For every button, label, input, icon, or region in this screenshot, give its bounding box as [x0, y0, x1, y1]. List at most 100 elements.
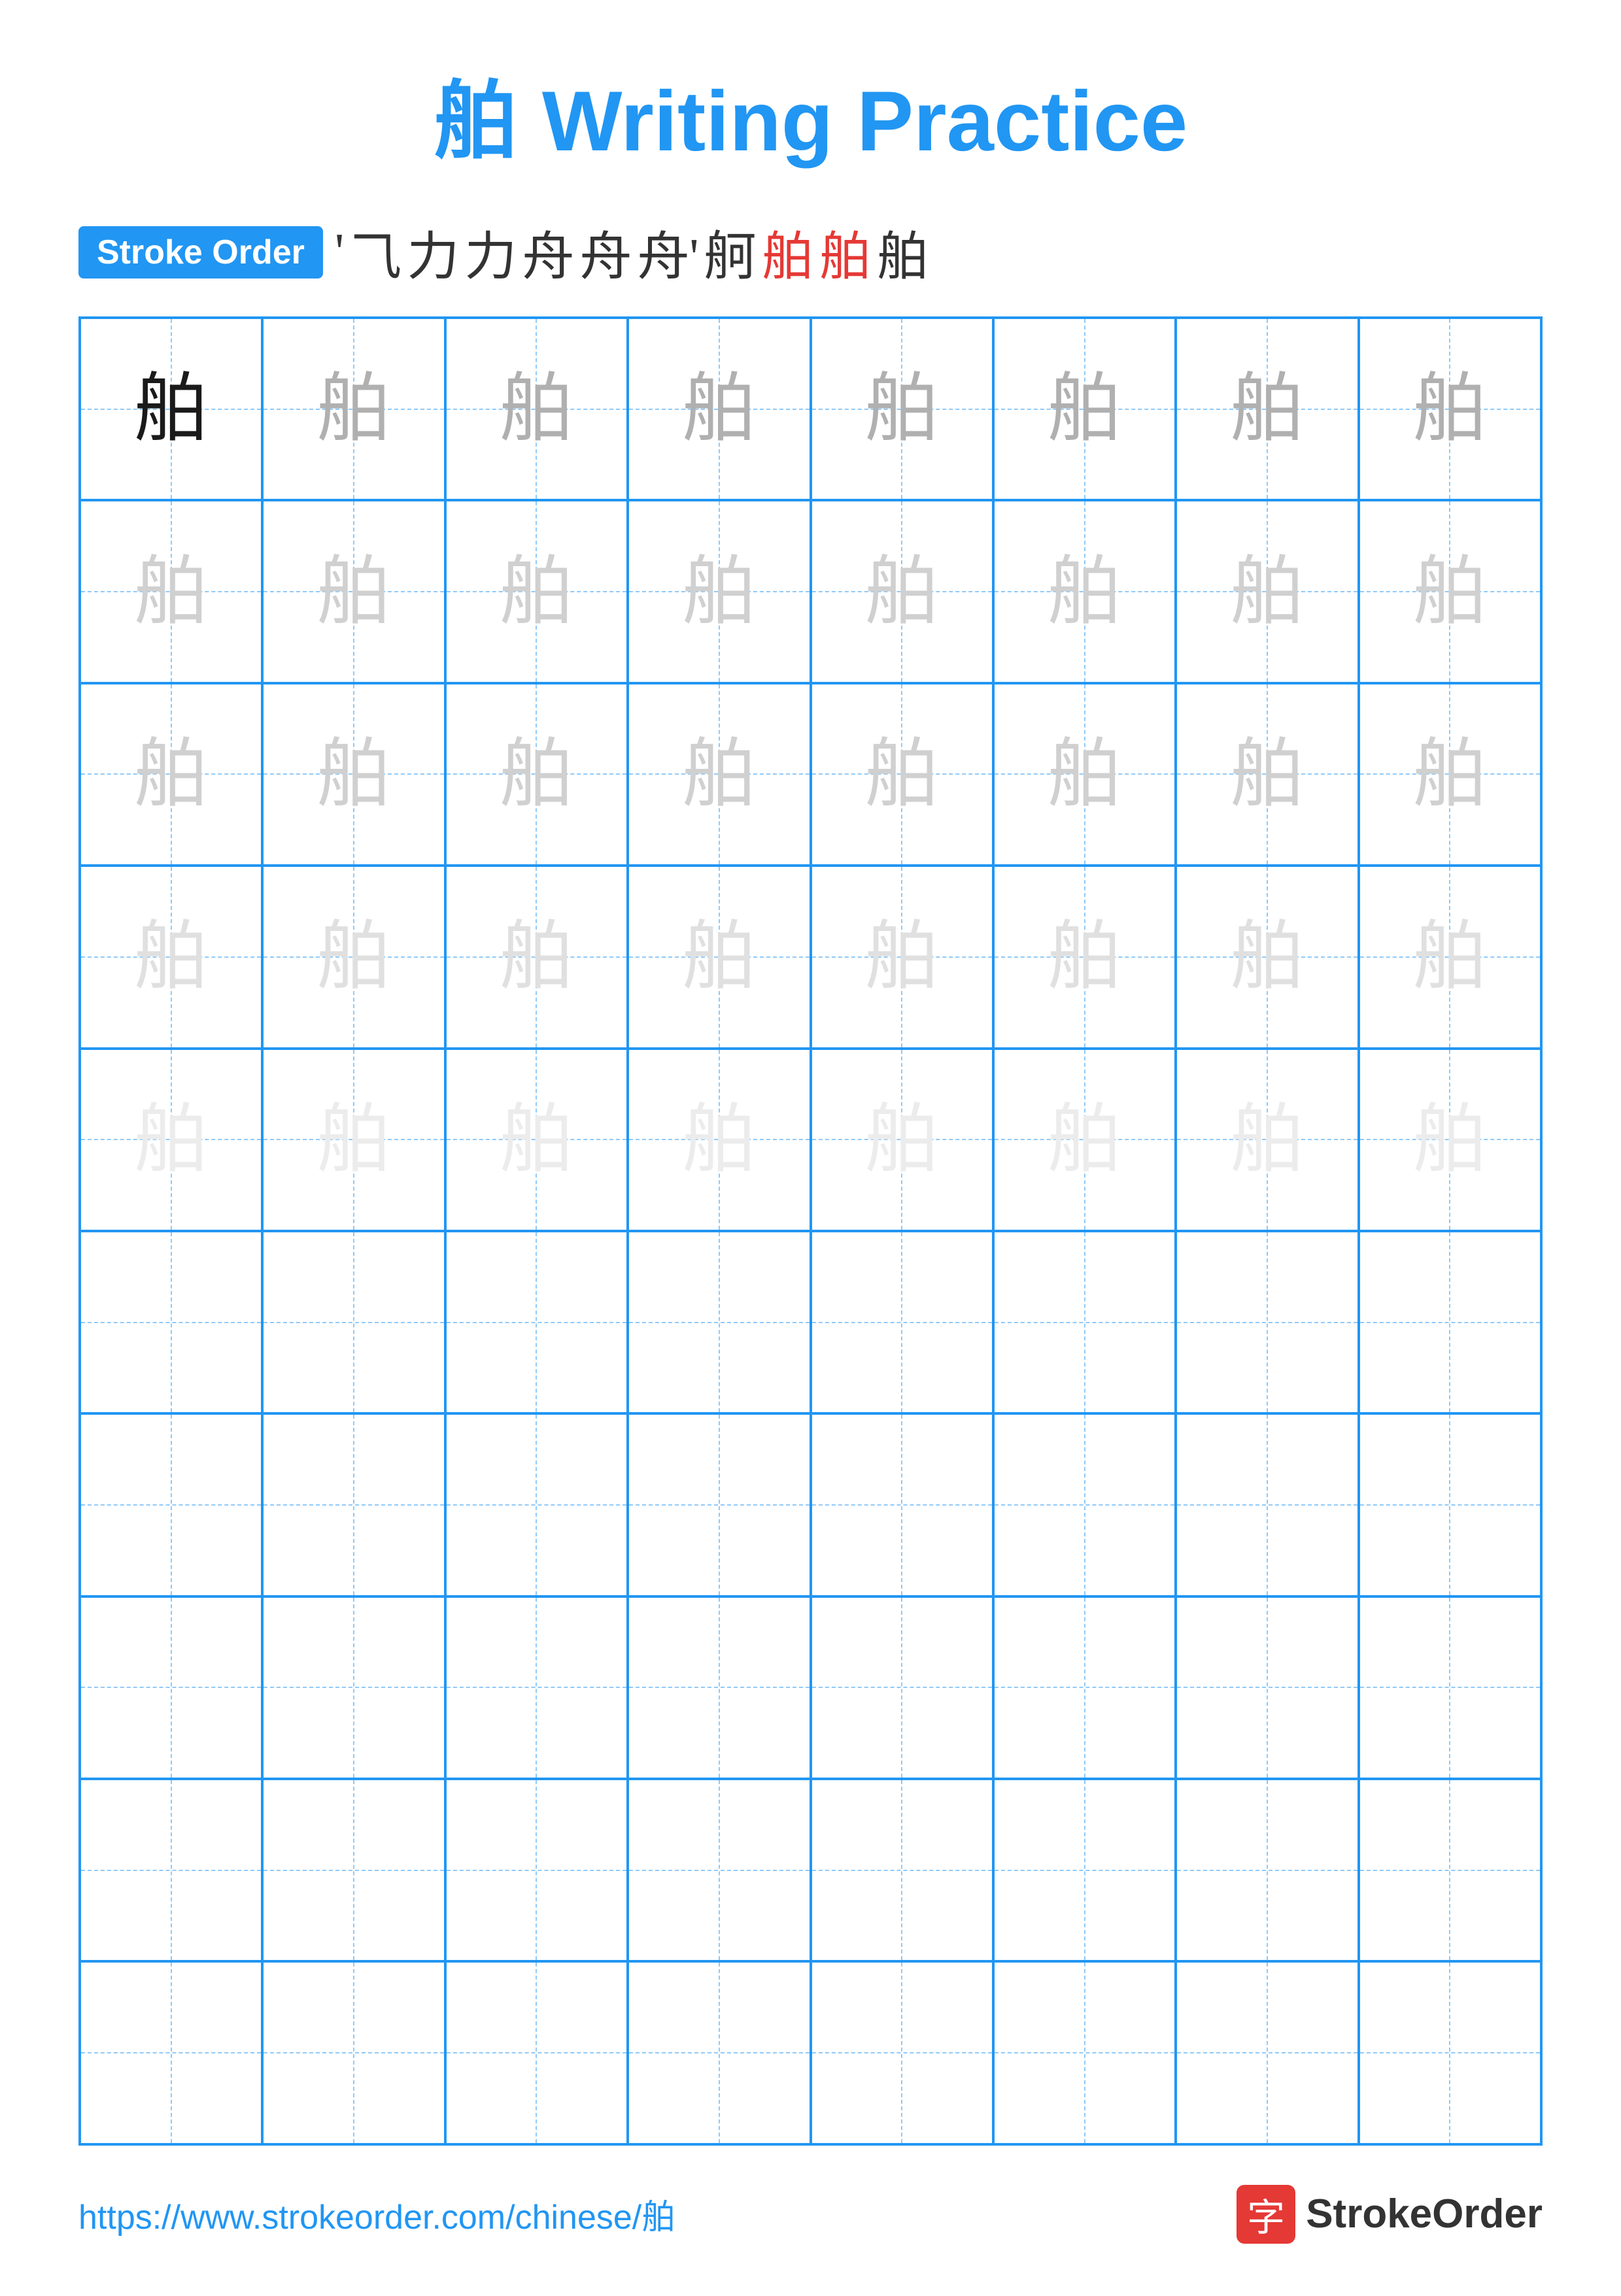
- grid-cell[interactable]: 舶: [445, 683, 628, 866]
- grid-cell[interactable]: 舶: [993, 500, 1176, 683]
- grid-cell[interactable]: 舶: [445, 318, 628, 500]
- grid-cell[interactable]: 舶: [445, 1049, 628, 1231]
- stroke-step-6: 舟: [579, 214, 632, 290]
- grid-cell[interactable]: [80, 1231, 262, 1413]
- practice-char: 舶: [316, 1102, 392, 1177]
- practice-char: 舶: [1412, 737, 1488, 812]
- grid-cell[interactable]: [445, 1231, 628, 1413]
- grid-cell[interactable]: [80, 1961, 262, 2144]
- grid-cell[interactable]: [1176, 1596, 1358, 1779]
- grid-cell[interactable]: [1359, 1596, 1541, 1779]
- practice-char: 舶: [133, 1102, 209, 1177]
- grid-cell[interactable]: 舶: [80, 1049, 262, 1231]
- grid-cell[interactable]: 舶: [1176, 500, 1358, 683]
- grid-cell[interactable]: 舶: [80, 683, 262, 866]
- grid-cell[interactable]: [1176, 1961, 1358, 2144]
- grid-cell[interactable]: [1176, 1231, 1358, 1413]
- grid-cell[interactable]: [262, 1779, 445, 1961]
- grid-cell[interactable]: [628, 1231, 810, 1413]
- grid-cell[interactable]: 舶: [811, 500, 993, 683]
- grid-cell[interactable]: [993, 1961, 1176, 2144]
- grid-cell[interactable]: [445, 1413, 628, 1596]
- grid-cell[interactable]: 舶: [262, 683, 445, 866]
- grid-cell[interactable]: 舶: [811, 866, 993, 1048]
- practice-char: 舶: [499, 919, 574, 994]
- grid-cell[interactable]: [1359, 1231, 1541, 1413]
- grid-cell[interactable]: 舶: [1359, 683, 1541, 866]
- practice-char: 舶: [1047, 919, 1122, 994]
- grid-cell[interactable]: [993, 1413, 1176, 1596]
- practice-char: 舶: [864, 737, 940, 812]
- grid-cell[interactable]: 舶: [811, 318, 993, 500]
- grid-row-7: [80, 1413, 1541, 1596]
- grid-cell[interactable]: 舶: [1359, 866, 1541, 1048]
- grid-cell[interactable]: [811, 1596, 993, 1779]
- grid-cell[interactable]: 舶: [1176, 318, 1358, 500]
- grid-cell[interactable]: [628, 1961, 810, 2144]
- grid-cell[interactable]: 舶: [1359, 1049, 1541, 1231]
- grid-cell[interactable]: 舶: [262, 318, 445, 500]
- grid-cell[interactable]: [628, 1413, 810, 1596]
- grid-cell[interactable]: [80, 1779, 262, 1961]
- grid-cell[interactable]: [811, 1779, 993, 1961]
- grid-cell[interactable]: 舶: [1359, 318, 1541, 500]
- grid-row-1: 舶 舶 舶 舶 舶 舶 舶 舶: [80, 318, 1541, 500]
- grid-cell[interactable]: 舶: [993, 318, 1176, 500]
- grid-cell[interactable]: [811, 1231, 993, 1413]
- grid-cell[interactable]: [993, 1231, 1176, 1413]
- grid-cell[interactable]: 舶: [628, 500, 810, 683]
- grid-cell[interactable]: [628, 1596, 810, 1779]
- grid-cell[interactable]: 舶: [1176, 1049, 1358, 1231]
- grid-cell[interactable]: 舶: [628, 1049, 810, 1231]
- grid-cell[interactable]: [262, 1231, 445, 1413]
- grid-cell[interactable]: 舶: [628, 683, 810, 866]
- grid-cell[interactable]: [445, 1779, 628, 1961]
- grid-cell[interactable]: 舶: [1176, 866, 1358, 1048]
- grid-cell[interactable]: [1359, 1779, 1541, 1961]
- grid-cell[interactable]: [1176, 1413, 1358, 1596]
- stroke-sequence: ' ⺄ 力 力 舟 舟 舟' 舸 舶 舶 舶: [335, 214, 929, 290]
- grid-cell[interactable]: [80, 1596, 262, 1779]
- grid-cell[interactable]: 舶: [628, 318, 810, 500]
- practice-char: 舶: [133, 919, 209, 994]
- grid-cell[interactable]: 舶: [1176, 683, 1358, 866]
- grid-cell[interactable]: 舶: [993, 866, 1176, 1048]
- grid-cell[interactable]: 舶: [80, 500, 262, 683]
- grid-cell[interactable]: 舶: [445, 866, 628, 1048]
- footer-url[interactable]: https://www.strokeorder.com/chinese/舶: [78, 2189, 675, 2238]
- grid-cell[interactable]: [262, 1961, 445, 2144]
- grid-cell[interactable]: [445, 1961, 628, 2144]
- grid-cell[interactable]: [80, 1413, 262, 1596]
- practice-char: 舶: [1229, 737, 1305, 812]
- grid-cell[interactable]: 舶: [262, 866, 445, 1048]
- grid-cell[interactable]: [993, 1596, 1176, 1779]
- grid-cell[interactable]: [1176, 1779, 1358, 1961]
- grid-cell[interactable]: 舶: [80, 866, 262, 1048]
- grid-cell[interactable]: [262, 1413, 445, 1596]
- grid-cell[interactable]: [1359, 1413, 1541, 1596]
- grid-cell[interactable]: 舶: [262, 500, 445, 683]
- footer-logo-text: StrokeOrder: [1306, 2191, 1543, 2237]
- grid-cell[interactable]: [1359, 1961, 1541, 2144]
- grid-cell[interactable]: 舶: [628, 866, 810, 1048]
- practice-grid: 舶 舶 舶 舶 舶 舶 舶 舶 舶 舶 舶 舶 舶 舶 舶 舶 舶 舶 舶 舶 …: [78, 316, 1543, 2146]
- grid-cell[interactable]: [811, 1961, 993, 2144]
- grid-cell[interactable]: [811, 1413, 993, 1596]
- grid-cell[interactable]: [628, 1779, 810, 1961]
- grid-cell[interactable]: 舶: [445, 500, 628, 683]
- grid-cell[interactable]: 舶: [993, 683, 1176, 866]
- grid-cell[interactable]: 舶: [1359, 500, 1541, 683]
- practice-char: 舶: [316, 919, 392, 994]
- practice-char: 舶: [1412, 919, 1488, 994]
- grid-cell[interactable]: 舶: [80, 318, 262, 500]
- practice-char: 舶: [864, 1102, 940, 1177]
- grid-row-6: [80, 1231, 1541, 1413]
- grid-cell[interactable]: 舶: [993, 1049, 1176, 1231]
- grid-cell[interactable]: 舶: [811, 1049, 993, 1231]
- grid-cell[interactable]: 舶: [811, 683, 993, 866]
- grid-cell[interactable]: [993, 1779, 1176, 1961]
- grid-cell[interactable]: [262, 1596, 445, 1779]
- grid-cell[interactable]: 舶: [262, 1049, 445, 1231]
- grid-cell[interactable]: [445, 1596, 628, 1779]
- stroke-step-8: 舸: [704, 214, 757, 290]
